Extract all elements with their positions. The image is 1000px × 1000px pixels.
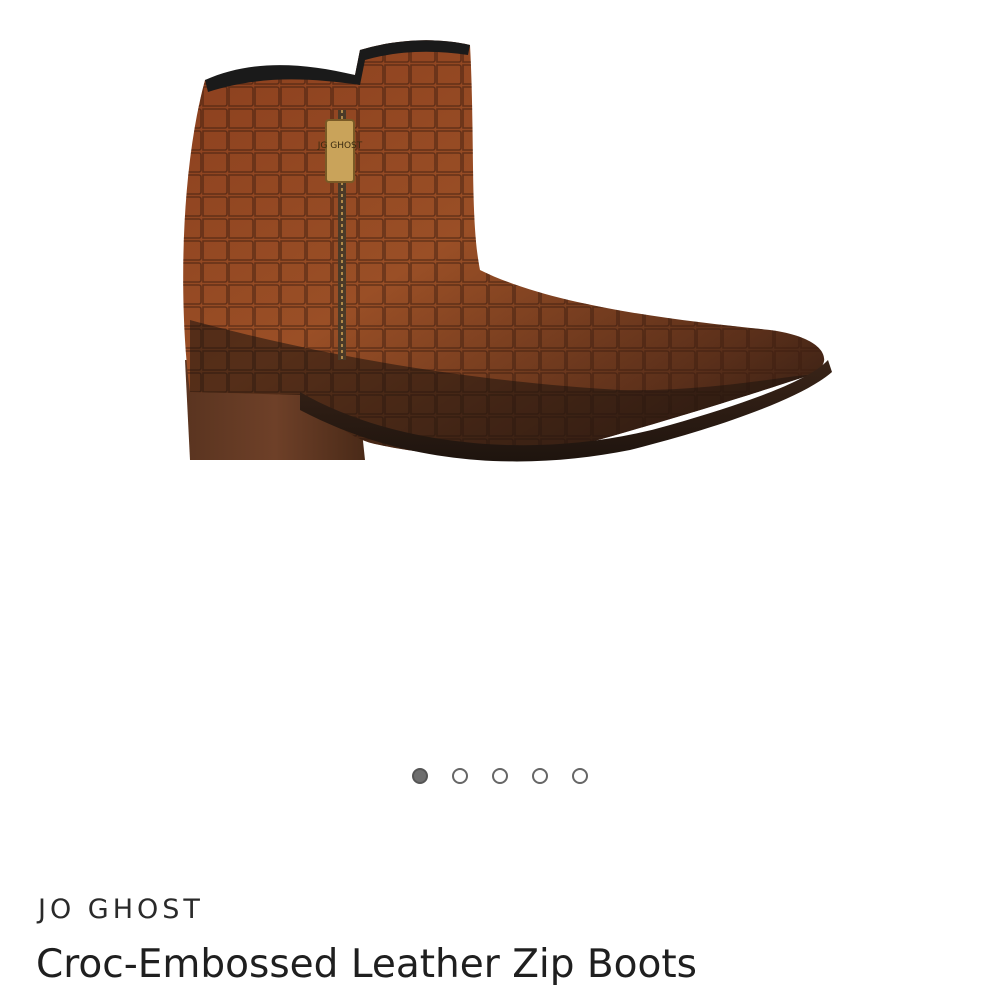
svg-text:JG GHOST: JG GHOST (317, 141, 363, 151)
gallery-dot-5[interactable] (572, 768, 588, 784)
product-page: JG GHOST JO GHOST Croc-Embossed Leather … (0, 0, 1000, 1000)
gallery-dot-2[interactable] (452, 768, 468, 784)
gallery-dot-3[interactable] (492, 768, 508, 784)
product-title: Croc-Embossed Leather Zip Boots (36, 942, 697, 987)
zipper-pull (325, 119, 355, 183)
gallery-pagination (0, 768, 1000, 792)
product-brand[interactable]: JO GHOST (38, 894, 204, 925)
product-image-gallery[interactable]: JG GHOST (0, 0, 1000, 740)
product-image[interactable]: JG GHOST (150, 20, 850, 480)
gallery-dot-1[interactable] (412, 768, 428, 784)
gallery-dot-4[interactable] (532, 768, 548, 784)
